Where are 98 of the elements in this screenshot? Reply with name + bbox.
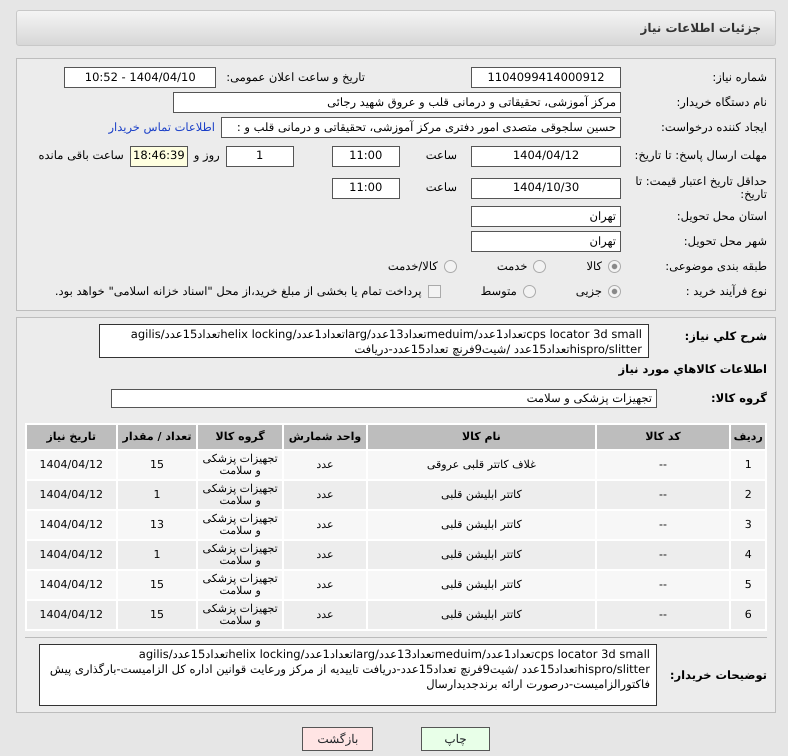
table-cell: -- <box>596 541 730 570</box>
table-cell: -- <box>596 601 730 630</box>
radio-button[interactable] <box>522 285 536 298</box>
column-header: واحد شمارش <box>284 425 366 450</box>
deadline-time-field: 11:00 <box>332 146 400 166</box>
table-cell: 1404/04/12 <box>27 451 116 480</box>
table-cell: تجهیزات پزشکی و سلامت <box>198 451 282 480</box>
radio-label: خدمت <box>496 258 528 275</box>
field-label: ساعت <box>426 179 457 196</box>
field-label: ایجاد کننده درخواست: <box>660 120 767 134</box>
section-title: اطلاعات كالاهاي مورد نياز <box>617 361 767 378</box>
table-cell: 1404/04/12 <box>27 481 116 510</box>
table-cell: عدد <box>284 571 366 600</box>
table-cell: 1404/04/12 <box>27 571 116 600</box>
goods-group-field: تجهیزات پزشکی و سلامت <box>111 389 657 408</box>
city-field: تهران <box>471 231 621 252</box>
field-label: مهلت ارسال پاسخ: تا تاریخ: <box>633 149 767 163</box>
table-cell: کاتتر ابلیشن قلبی <box>368 541 595 570</box>
page-title: جزئیات اطلاعات نیاز <box>16 10 776 46</box>
table-cell: 5 <box>731 571 765 600</box>
table-cell: 15 <box>118 601 196 630</box>
radio-button[interactable] <box>444 260 457 273</box>
radio-button[interactable] <box>608 260 621 273</box>
table-cell: عدد <box>284 601 366 630</box>
table-cell: 1404/04/12 <box>27 541 116 570</box>
radio-button[interactable] <box>533 260 546 273</box>
payment-note: پرداخت تمام یا بخشی از مبلغ خرید،از محل "اسناد خزانه اسلامی" خواهد بود. <box>54 282 422 300</box>
print-button[interactable]: چاپ <box>421 727 490 752</box>
checkbox[interactable] <box>428 285 441 298</box>
creator-field: حسین سلجوقی متصدی امور دفتری مرکز آموزشی، تحقیقاتی و درمانی قلب و : <box>221 117 621 138</box>
table-cell: کاتتر ابلیشن قلبی <box>368 571 595 600</box>
field-label: نام دستگاه خریدار: <box>675 96 767 110</box>
table-cell: عدد <box>284 511 366 540</box>
table-cell: عدد <box>284 541 366 570</box>
buyer-notes-field: cps locator 3d smallتعداد1عدد/meduimتعداد13عدد/largتعداد1عدد/helix lockingتعداد15عدد/agilis hispro/slitterتعداد15عدد /شیت9فرنچ تعداد15عدد-دریافت تاییدیه از مرکز ورعایت قوانین اداره کل الزامیست-بارگذاری پیش فاکتورالزامیست-درصورت ارائه برندجدیدارسال <box>39 644 657 706</box>
deadline-date-field: 1404/04/12 <box>471 146 621 166</box>
column-header: نام کالا <box>368 425 595 450</box>
validity-time-field: 11:00 <box>332 178 400 198</box>
table-cell: 6 <box>731 601 765 630</box>
radio-label: کالا/خدمت <box>388 258 438 275</box>
column-header: تعداد / مقدار <box>118 425 196 450</box>
field-label: نوع فرآیند خرید : <box>684 284 767 298</box>
table-cell: 1 <box>118 481 196 510</box>
table-cell: 2 <box>731 481 765 510</box>
field-label: شماره نیاز: <box>711 70 767 84</box>
table-cell: 15 <box>118 571 196 600</box>
table-cell: عدد <box>284 451 366 480</box>
table-cell: -- <box>596 451 730 480</box>
column-header: کد کالا <box>596 425 730 450</box>
column-header: گروه کالا <box>198 425 282 450</box>
radio-label: متوسط <box>480 282 517 300</box>
table-cell: 4 <box>731 541 765 570</box>
radio-label: جزیی <box>576 282 602 300</box>
table-cell: کاتتر ابلیشن قلبی <box>368 511 595 540</box>
need-number-field: 1104099414000912 <box>471 67 621 88</box>
table-cell: غلاف کاتتر قلبی عروقی <box>368 451 595 480</box>
field-label: توضیحات خریدار: <box>668 668 767 682</box>
field-label: شرح کلي نياز: <box>684 328 767 344</box>
validity-date-field: 1404/10/30 <box>471 178 621 198</box>
description-field: cps locator 3d smallتعداد1عدد/meduimتعداد13عدد/largتعداد1عدد/helix lockingتعداد15عدد/agilis hispro/slitterتعداد15عدد /شیت9فرنچ تعداد15عدد-دریافت <box>99 324 649 358</box>
field-label: روز و <box>194 147 220 164</box>
table-cell: 1 <box>731 451 765 480</box>
field-label: گروه کالا: <box>710 392 767 406</box>
announce-date-field: 1404/04/10 - 10:52 <box>64 67 216 88</box>
table-cell: کاتتر ابلیشن قلبی <box>368 481 595 510</box>
field-label: حداقل تاریخ اعتبار قیمت: تا تاریخ: <box>634 174 767 202</box>
back-button[interactable]: بازگشت <box>302 727 374 752</box>
table-cell: عدد <box>284 481 366 510</box>
radio-label: کالا <box>586 258 602 275</box>
remaining-time-field: 18:46:39 <box>130 146 188 166</box>
field-label: تاریخ و ساعت اعلان عمومی: <box>226 68 365 86</box>
contact-link[interactable]: اطلاعات تماس خریدار <box>108 118 215 136</box>
table-cell: تجهیزات پزشکی و سلامت <box>198 571 282 600</box>
column-header: تاریخ نیاز <box>27 425 116 450</box>
table-cell: 3 <box>731 511 765 540</box>
table-cell: -- <box>596 571 730 600</box>
field-label: طبقه بندی موضوعی: <box>664 260 767 274</box>
field-label: ساعت باقی مانده <box>38 147 124 164</box>
table-cell: تجهیزات پزشکی و سلامت <box>198 481 282 510</box>
buyer-org-field: مرکز آموزشی، تحقیقاتی و درمانی قلب و عروق شهید رجائی <box>173 92 621 113</box>
table-cell: 1404/04/12 <box>27 511 116 540</box>
table-cell: تجهیزات پزشکی و سلامت <box>198 511 282 540</box>
field-label: ساعت <box>426 147 457 164</box>
table-cell: کاتتر ابلیشن قلبی <box>368 601 595 630</box>
field-label: شهر محل تحویل: <box>682 234 767 248</box>
province-field: تهران <box>471 206 621 227</box>
table-cell: 13 <box>118 511 196 540</box>
radio-button[interactable] <box>608 285 621 298</box>
table-cell: 1404/04/12 <box>27 601 116 630</box>
table-cell: -- <box>596 511 730 540</box>
table-cell: 15 <box>118 451 196 480</box>
table-cell: -- <box>596 481 730 510</box>
table-cell: 1 <box>118 541 196 570</box>
field-label: استان محل تحویل: <box>676 210 767 224</box>
column-header: ردیف <box>731 425 765 450</box>
table-cell: تجهیزات پزشکی و سلامت <box>198 541 282 570</box>
days-field: 1 <box>226 146 294 166</box>
table-cell: تجهیزات پزشکی و سلامت <box>198 601 282 630</box>
